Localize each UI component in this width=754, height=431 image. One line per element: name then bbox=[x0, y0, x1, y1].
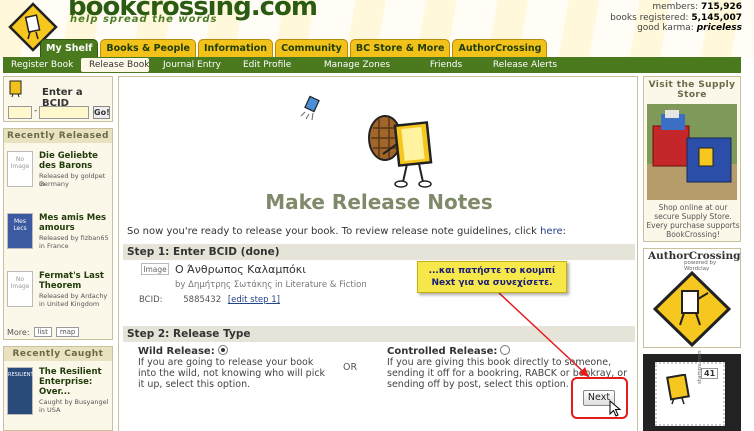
subnav-manage-zones[interactable]: Manage Zones bbox=[297, 58, 417, 72]
bcid-number-input[interactable] bbox=[39, 106, 89, 119]
wild-release-radio[interactable] bbox=[217, 345, 228, 355]
list-item[interactable]: RESILIENT The Resilient Enterprise: Over… bbox=[7, 367, 111, 427]
subnav-friends[interactable]: Friends bbox=[417, 58, 475, 72]
mouse-cursor-icon bbox=[609, 400, 622, 417]
wild-release-option: Wild Release: If you are going to releas… bbox=[138, 345, 328, 390]
callout-line-2: Next για να συνεχίσετε. bbox=[431, 278, 553, 288]
list-item[interactable]: No Image Die Geliebte des Barons Release… bbox=[7, 151, 111, 195]
recently-caught-box: Recently Caught RESILIENT The Resilient … bbox=[3, 346, 113, 431]
list-view-button[interactable]: list bbox=[33, 327, 52, 337]
edit-step1-link[interactable]: [edit step 1] bbox=[228, 295, 280, 305]
step2-heading: Step 2: Release Type bbox=[123, 326, 635, 342]
authorcrossing-sign-icon bbox=[652, 271, 732, 347]
supply-store-title[interactable]: Visit the Supply Store bbox=[644, 77, 740, 100]
or-label: OR bbox=[343, 362, 358, 373]
book-icon bbox=[9, 80, 22, 98]
list-item[interactable]: Mes Lecs Mes amis Mes amours Released by… bbox=[7, 213, 111, 257]
stat-members: members: 715,926 bbox=[652, 2, 742, 12]
book-catch-info: Caught by Busyangel bbox=[39, 398, 109, 406]
book-image-placeholder: Image bbox=[141, 263, 169, 275]
step1-heading: Step 1: Enter BCID (done) bbox=[123, 244, 635, 260]
subnav-edit-profile[interactable]: Edit Profile bbox=[235, 58, 297, 72]
recently-released-box: Recently Released No Image Die Geliebte … bbox=[3, 128, 113, 340]
bcid-prefix-input[interactable] bbox=[8, 106, 32, 119]
bcid-box: Enter a BCID - Go! bbox=[3, 76, 113, 122]
list-item[interactable]: No Image Fermat's Last Theorem Released … bbox=[7, 271, 111, 315]
controlled-release-radio[interactable] bbox=[500, 345, 511, 355]
stamps-ad[interactable]: 41 stamps.com bbox=[643, 350, 741, 431]
more-label: More: bbox=[7, 327, 30, 337]
wild-release-title: Wild Release: bbox=[138, 346, 215, 357]
stat-karma: good karma: priceless bbox=[637, 23, 742, 33]
book-release-location: Germany bbox=[39, 180, 69, 188]
logo-tagline: help spread the words bbox=[70, 14, 218, 25]
book-stamp-icon bbox=[666, 374, 690, 405]
recently-caught-title: Recently Caught bbox=[4, 347, 112, 361]
guidelines-link[interactable]: here bbox=[540, 226, 563, 237]
intro-sentence: So now you're ready to release your book… bbox=[127, 226, 541, 237]
book-title-link[interactable]: Mes amis Mes amours bbox=[39, 213, 111, 233]
supply-store-photo[interactable] bbox=[647, 104, 737, 200]
book-title-link[interactable]: Die Geliebte des Barons bbox=[39, 151, 111, 171]
subnav-release-alerts[interactable]: Release Alerts bbox=[475, 58, 575, 72]
supply-store-box: Visit the Supply Store Shop online at ou… bbox=[643, 76, 741, 242]
map-view-button[interactable]: map bbox=[55, 327, 80, 337]
book-thumbnail[interactable]: No Image bbox=[7, 271, 33, 307]
book-title: Ο Άνθρωπος Καλαμπόκι bbox=[175, 263, 306, 276]
right-sidebar: Visit the Supply Store Shop online at ou… bbox=[643, 76, 741, 431]
main-content: Make Release Notes So now you're ready t… bbox=[118, 76, 638, 431]
bcid-label: BCID: bbox=[139, 295, 163, 305]
site-stats: members: 715,926 books registered: 5,145… bbox=[610, 2, 742, 34]
authorcrossing-ad[interactable]: AuthorCrossing powered by Wordclay bbox=[643, 248, 741, 348]
site-header: bookcrossing.com help spread the words m… bbox=[0, 0, 754, 58]
controlled-release-title: Controlled Release: bbox=[387, 346, 498, 357]
left-sidebar: Enter a BCID - Go! Recently Released No … bbox=[3, 76, 113, 431]
stamp-brand: stamps.com bbox=[697, 350, 703, 384]
book-release-location: in France bbox=[39, 242, 69, 250]
book-release-info: Released by fizban65 bbox=[39, 234, 109, 242]
book-thumbnail[interactable]: No Image bbox=[7, 151, 33, 187]
bcid-value: 5885432 bbox=[183, 295, 222, 305]
tab-bc-store[interactable]: BC Store & More bbox=[349, 39, 451, 57]
wild-release-description: If you are going to release your book in… bbox=[138, 357, 326, 390]
book-release-location: in United Kingdom bbox=[39, 300, 100, 308]
subnav-register-book[interactable]: Register Book bbox=[3, 58, 81, 72]
stamp-value: 41 bbox=[701, 368, 719, 379]
tab-authorcrossing[interactable]: AuthorCrossing bbox=[452, 39, 548, 57]
book-catch-location: in USA bbox=[39, 406, 61, 414]
recently-released-title: Recently Released bbox=[4, 129, 112, 143]
tab-information[interactable]: Information bbox=[198, 39, 274, 57]
book-byline: by Δημήτρης Σωτάκης in Literature & Fict… bbox=[175, 280, 367, 290]
flying-book-icon bbox=[300, 95, 320, 121]
subnav-journal-entry[interactable]: Journal Entry bbox=[149, 58, 235, 72]
main-tabs: My Shelf Books & People Information Comm… bbox=[40, 39, 548, 57]
stat-books: books registered: 5,145,007 bbox=[610, 12, 742, 23]
intro-end: : bbox=[562, 226, 567, 237]
book-title-link[interactable]: The Resilient Enterprise: Over... bbox=[39, 367, 111, 397]
book-mascot-icon bbox=[368, 115, 433, 188]
subnav-release-book[interactable]: Release Book bbox=[81, 58, 149, 72]
tab-my-shelf[interactable]: My Shelf bbox=[40, 39, 99, 57]
tab-community[interactable]: Community bbox=[275, 39, 348, 57]
tutorial-callout: ...και πατήστε το κουμπί Next για να συν… bbox=[417, 261, 567, 293]
sub-navigation: Register Book Release Book Journal Entry… bbox=[3, 57, 741, 73]
book-thumbnail[interactable]: RESILIENT bbox=[7, 367, 34, 415]
supply-store-text: Shop online at our secure Supply Store. … bbox=[646, 203, 740, 239]
more-links: More: list map bbox=[7, 327, 80, 337]
tab-books-people[interactable]: Books & People bbox=[100, 39, 197, 57]
bcid-separator: - bbox=[34, 106, 38, 116]
callout-line-1: ...και πατήστε το κουμπί bbox=[428, 266, 556, 276]
intro-text: So now you're ready to release your book… bbox=[127, 226, 566, 237]
stamp-image: 41 stamps.com bbox=[655, 350, 725, 426]
book-title-link[interactable]: Fermat's Last Theorem bbox=[39, 271, 111, 291]
book-release-info: Released by Ardachy bbox=[39, 292, 108, 300]
bcid-line: BCID: 5885432 [edit step 1] bbox=[139, 295, 280, 305]
book-thumbnail[interactable]: Mes Lecs bbox=[7, 213, 33, 249]
page-title: Make Release Notes bbox=[265, 190, 493, 214]
bcid-go-button[interactable]: Go! bbox=[93, 106, 110, 119]
